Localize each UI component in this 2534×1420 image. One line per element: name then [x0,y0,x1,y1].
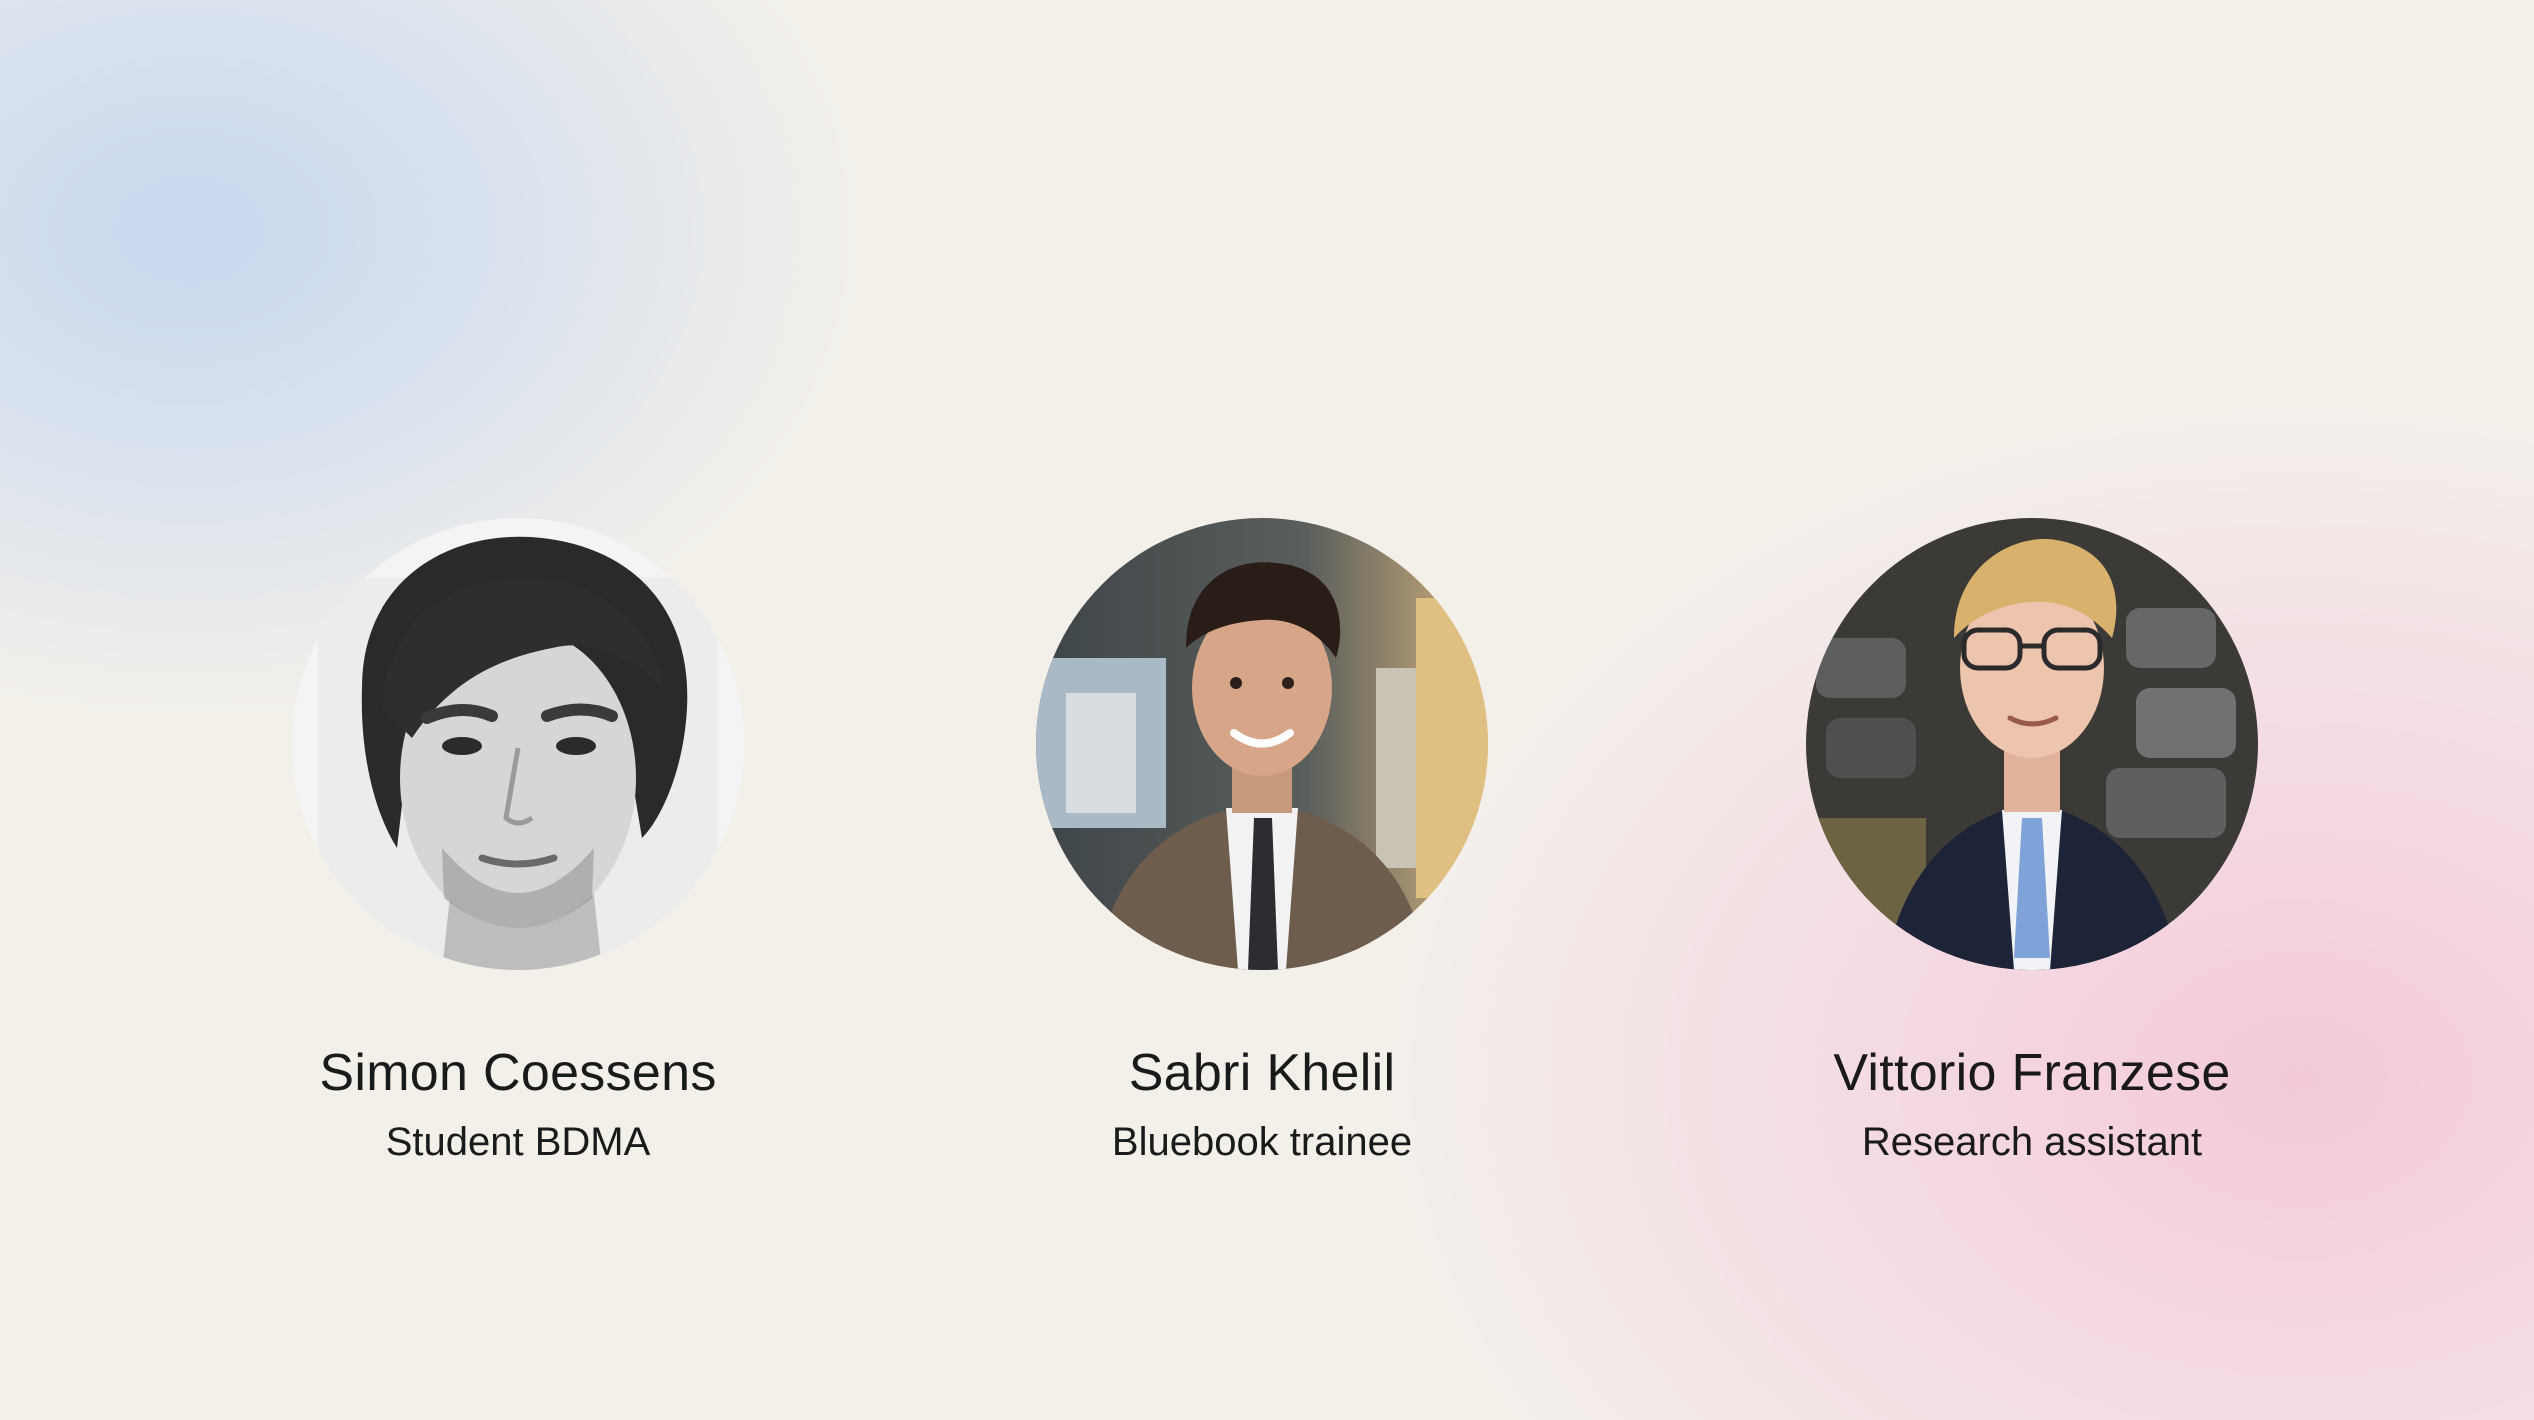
team-section: Simon Coessens Student BDMA Sabri Khelil… [0,0,2534,1420]
avatar [1036,518,1488,970]
avatar [1806,518,2258,970]
team-member-card: Simon Coessens Student BDMA [238,518,798,1166]
team-member-card: Vittorio Franzese Research assistant [1752,518,2312,1166]
member-name: Vittorio Franzese [1833,1044,2231,1102]
team-member-card: Sabri Khelil Bluebook trainee [982,518,1542,1166]
member-name: Simon Coessens [319,1044,717,1102]
member-name: Sabri Khelil [1128,1044,1396,1102]
portrait-photo-office [1036,518,1488,970]
member-role: Student BDMA [385,1120,651,1164]
member-role: Research assistant [1861,1120,2203,1164]
portrait-photo-lecture-hall [1806,518,2258,970]
member-role: Bluebook trainee [1111,1120,1413,1164]
portrait-photo-grayscale [292,518,744,970]
avatar [292,518,744,970]
